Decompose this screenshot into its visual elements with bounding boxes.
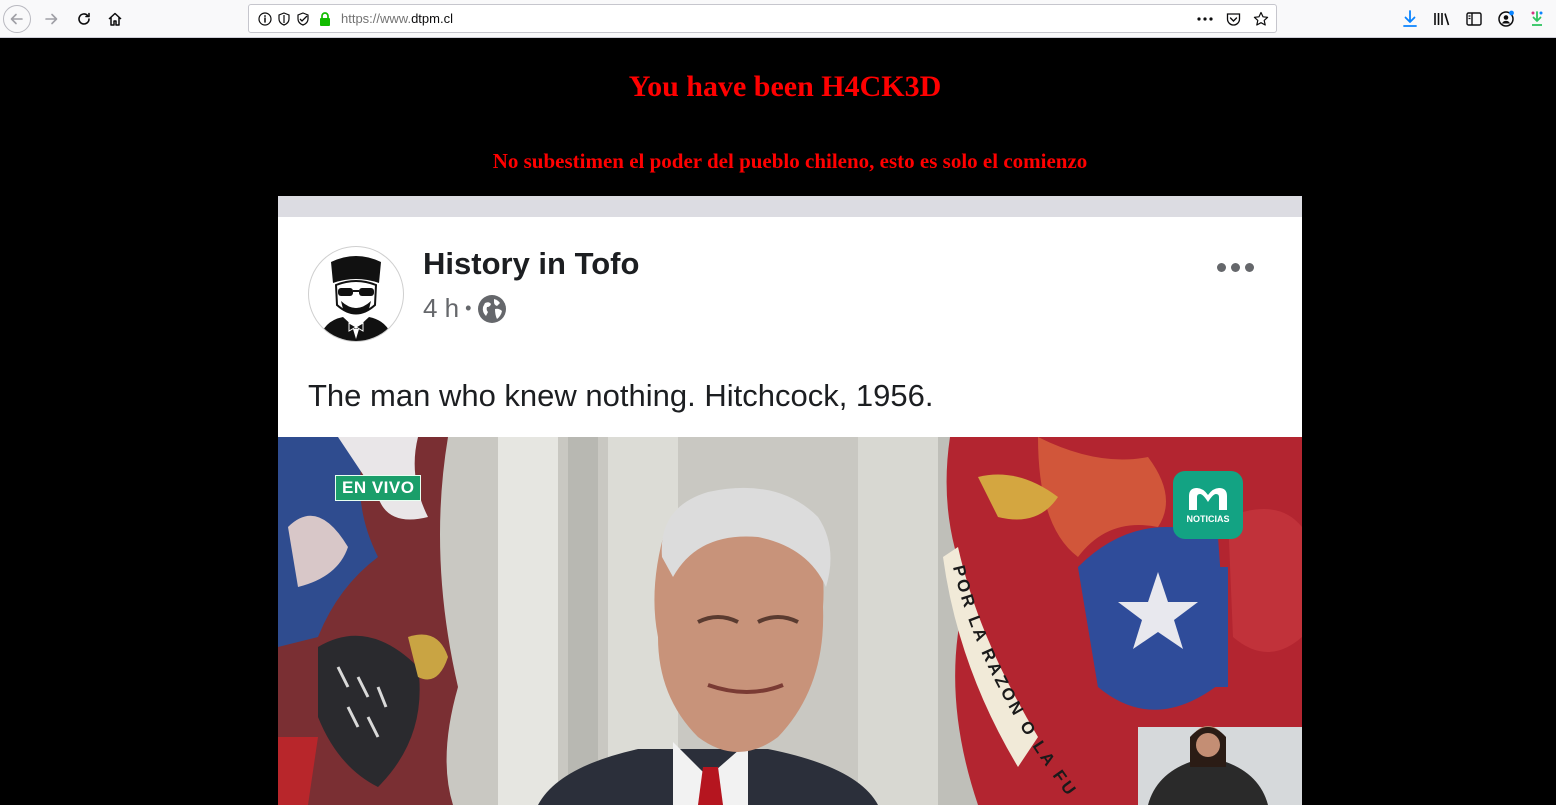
post-meta: 4 h •: [423, 293, 507, 324]
forward-button[interactable]: [36, 4, 66, 34]
more-options-button[interactable]: [1212, 256, 1258, 278]
sidebar-icon: [1466, 12, 1482, 26]
hacked-title: You have been H4CK3D: [628, 70, 942, 103]
more-dot: [1244, 262, 1254, 272]
account-button[interactable]: [1491, 4, 1521, 34]
flag-motto: POR LA RAZON O LA FU POR LA RAZON O LA F…: [949, 563, 1081, 801]
lock-icon[interactable]: [317, 11, 333, 27]
home-button[interactable]: [100, 4, 130, 34]
post-top-band: [278, 196, 1302, 217]
more-dot: [1216, 262, 1226, 272]
page-actions-icon[interactable]: [1197, 11, 1213, 27]
more-dot: [1230, 262, 1240, 272]
sidebar-button[interactable]: [1459, 4, 1489, 34]
reload-button[interactable]: [69, 4, 99, 34]
page-name[interactable]: History in Tofo: [423, 246, 639, 282]
post-caption: The man who knew nothing. Hitchcock, 195…: [308, 378, 934, 413]
pocket-icon[interactable]: [1225, 11, 1241, 27]
address-bar[interactable]: https://www.dtpm.cl: [248, 4, 1277, 33]
extension-button[interactable]: [1522, 4, 1552, 34]
site-info-icon[interactable]: [257, 11, 273, 27]
url-prefix: https://www.: [341, 11, 412, 26]
url-text[interactable]: https://www.dtpm.cl: [341, 11, 453, 26]
home-icon: [108, 12, 122, 26]
library-icon: [1434, 13, 1450, 26]
flag-motto-path-text: POR LA RAZON O LA FU: [949, 563, 1078, 801]
bookmark-star-icon[interactable]: [1253, 11, 1269, 27]
facebook-post-image: History in Tofo 4 h • The man who knew n…: [278, 196, 1302, 805]
page-avatar: [308, 246, 404, 342]
back-button[interactable]: [2, 4, 32, 34]
meta-separator: •: [465, 298, 472, 318]
tracking-shield-icon[interactable]: [276, 11, 292, 27]
post-photo: EN VIVO NOTICIAS POR LA RAZON O LA FU PO…: [278, 437, 1302, 805]
library-button[interactable]: [1427, 4, 1457, 34]
download-icon: [1403, 10, 1417, 27]
forward-arrow-icon: [45, 13, 58, 25]
extension-download-icon: [1531, 11, 1543, 26]
back-arrow-icon: [3, 5, 31, 33]
permissions-icon[interactable]: [295, 11, 311, 27]
url-host: dtpm.cl: [411, 11, 453, 26]
svg-text:POR LA RAZON O LA FU: POR LA RAZON O LA FU: [949, 563, 1081, 801]
downloads-button[interactable]: [1395, 4, 1425, 34]
reload-icon: [78, 12, 90, 25]
account-icon: [1498, 10, 1514, 27]
post-time[interactable]: 4 h: [423, 293, 459, 324]
man-with-sunglasses-icon: [319, 256, 393, 341]
browser-toolbar: https://www.dtpm.cl: [0, 0, 1556, 38]
globe-icon: [478, 294, 507, 323]
hacked-subtitle: No subestimen el poder del pueblo chilen…: [492, 149, 1088, 173]
